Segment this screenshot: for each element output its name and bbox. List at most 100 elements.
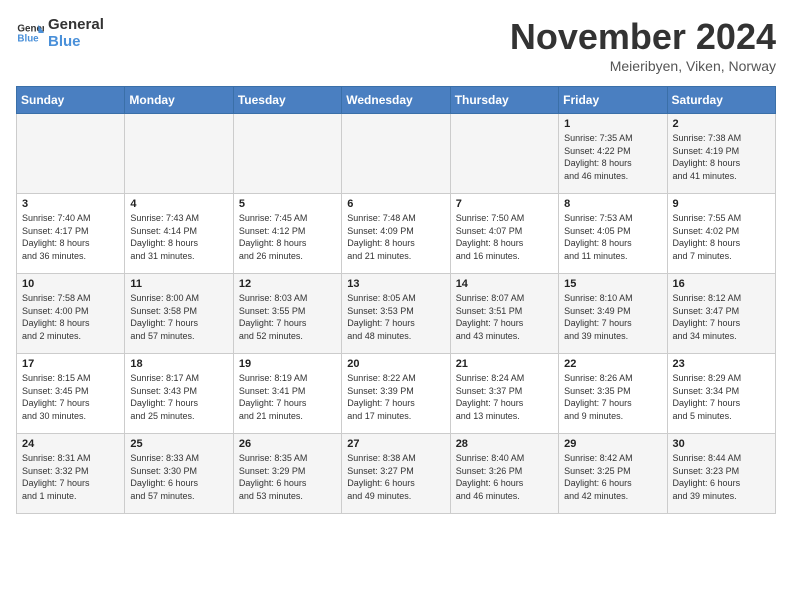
page-header: General Blue General Blue November 2024 … [16, 16, 776, 74]
calendar-week-row: 1Sunrise: 7:35 AMSunset: 4:22 PMDaylight… [17, 114, 776, 194]
calendar-cell: 21Sunrise: 8:24 AMSunset: 3:37 PMDayligh… [450, 354, 558, 434]
logo-line1: General [48, 16, 104, 33]
calendar-cell: 25 Sunrise: 8:33 AMSunset: 3:30 PMDayligh… [125, 434, 233, 514]
day-info: Sunrise: 8:00 AMSunset: 3:58 PMDaylight:… [130, 292, 227, 342]
day-number: 15 [564, 278, 661, 290]
calendar-cell: 7Sunrise: 7:50 AMSunset: 4:07 PMDaylight… [450, 194, 558, 274]
calendar-cell: 26Sunrise: 8:35 AMSunset: 3:29 PMDayligh… [233, 434, 341, 514]
weekday-tuesday: Tuesday [233, 87, 341, 114]
calendar-cell: 17 Sunrise: 8:15 AMSunset: 3:45 PMDayligh… [17, 354, 125, 434]
day-info: Sunrise: 7:45 AMSunset: 4:12 PMDaylight:… [239, 212, 336, 262]
weekday-wednesday: Wednesday [342, 87, 450, 114]
weekday-saturday: Saturday [667, 87, 775, 114]
day-number: 8 [564, 198, 661, 210]
day-info: Sunrise: 8:15 AMSunset: 3:45 PMDaylight:… [22, 372, 119, 422]
day-number: 30 [673, 438, 770, 450]
day-number: 25 [130, 438, 227, 450]
logo-line2: Blue [48, 33, 104, 50]
calendar-cell: 30 Sunrise: 8:44 AMSunset: 3:23 PMDayligh… [667, 434, 775, 514]
svg-text:Blue: Blue [17, 33, 39, 44]
day-info: Sunrise: 7:53 AMSunset: 4:05 PMDaylight:… [564, 212, 661, 262]
day-info: Sunrise: 8:05 AMSunset: 3:53 PMDaylight:… [347, 292, 444, 342]
calendar-cell: 14 Sunrise: 8:07 AMSunset: 3:51 PMDayligh… [450, 274, 558, 354]
day-info: Sunrise: 7:48 AMSunset: 4:09 PMDaylight:… [347, 212, 444, 262]
day-info: Sunrise: 8:19 AMSunset: 3:41 PMDaylight:… [239, 372, 336, 422]
day-number: 27 [347, 438, 444, 450]
day-info: Sunrise: 7:43 AMSunset: 4:14 PMDaylight:… [130, 212, 227, 262]
day-info: Sunrise: 8:42 AMSunset: 3:25 PMDaylight:… [564, 452, 661, 502]
calendar-week-row: 24 Sunrise: 8:31 AMSunset: 3:32 PMDayligh… [17, 434, 776, 514]
title-block: November 2024 Meieribyen, Viken, Norway [510, 16, 776, 74]
calendar-week-row: 3 Sunrise: 7:40 AMSunset: 4:17 PMDaylight… [17, 194, 776, 274]
calendar-cell: 6 Sunrise: 7:48 AMSunset: 4:09 PMDaylight… [342, 194, 450, 274]
day-info: Sunrise: 8:33 AMSunset: 3:30 PMDaylight:… [130, 452, 227, 502]
calendar-table: SundayMondayTuesdayWednesdayThursdayFrid… [16, 86, 776, 514]
calendar-cell: 28 Sunrise: 8:40 AMSunset: 3:26 PMDayligh… [450, 434, 558, 514]
calendar-cell [125, 114, 233, 194]
day-info: Sunrise: 8:17 AMSunset: 3:43 PMDaylight:… [130, 372, 227, 422]
day-info: Sunrise: 8:07 AMSunset: 3:51 PMDaylight:… [456, 292, 553, 342]
calendar-cell [342, 114, 450, 194]
day-number: 26 [239, 438, 336, 450]
day-info: Sunrise: 8:10 AMSunset: 3:49 PMDaylight:… [564, 292, 661, 342]
day-info: Sunrise: 8:44 AMSunset: 3:23 PMDaylight:… [673, 452, 770, 502]
weekday-monday: Monday [125, 87, 233, 114]
calendar-cell: 18 Sunrise: 8:17 AMSunset: 3:43 PMDayligh… [125, 354, 233, 434]
calendar-cell: 3 Sunrise: 7:40 AMSunset: 4:17 PMDaylight… [17, 194, 125, 274]
day-number: 29 [564, 438, 661, 450]
day-number: 17 [22, 358, 119, 370]
day-info: Sunrise: 8:38 AMSunset: 3:27 PMDaylight:… [347, 452, 444, 502]
day-info: Sunrise: 7:58 AMSunset: 4:00 PMDaylight:… [22, 292, 119, 342]
day-number: 19 [239, 358, 336, 370]
day-number: 3 [22, 198, 119, 210]
day-number: 13 [347, 278, 444, 290]
day-info: Sunrise: 8:26 AMSunset: 3:35 PMDaylight:… [564, 372, 661, 422]
day-number: 14 [456, 278, 553, 290]
calendar-cell: 29 Sunrise: 8:42 AMSunset: 3:25 PMDayligh… [559, 434, 667, 514]
day-number: 11 [130, 278, 227, 290]
day-number: 6 [347, 198, 444, 210]
calendar-body: 1Sunrise: 7:35 AMSunset: 4:22 PMDaylight… [17, 114, 776, 514]
logo-icon: General Blue [16, 19, 44, 47]
day-number: 28 [456, 438, 553, 450]
day-info: Sunrise: 7:40 AMSunset: 4:17 PMDaylight:… [22, 212, 119, 262]
calendar-cell: 22Sunrise: 8:26 AMSunset: 3:35 PMDayligh… [559, 354, 667, 434]
calendar-cell: 5 Sunrise: 7:45 AMSunset: 4:12 PMDaylight… [233, 194, 341, 274]
calendar-cell: 1Sunrise: 7:35 AMSunset: 4:22 PMDaylight… [559, 114, 667, 194]
day-info: Sunrise: 7:55 AMSunset: 4:02 PMDaylight:… [673, 212, 770, 262]
day-number: 16 [673, 278, 770, 290]
calendar-cell: 12 Sunrise: 8:03 AMSunset: 3:55 PMDayligh… [233, 274, 341, 354]
day-number: 18 [130, 358, 227, 370]
day-info: Sunrise: 8:40 AMSunset: 3:26 PMDaylight:… [456, 452, 553, 502]
calendar-cell [17, 114, 125, 194]
day-number: 24 [22, 438, 119, 450]
calendar-week-row: 17 Sunrise: 8:15 AMSunset: 3:45 PMDayligh… [17, 354, 776, 434]
day-info: Sunrise: 8:12 AMSunset: 3:47 PMDaylight:… [673, 292, 770, 342]
calendar-week-row: 10Sunrise: 7:58 AMSunset: 4:00 PMDayligh… [17, 274, 776, 354]
day-number: 4 [130, 198, 227, 210]
day-number: 23 [673, 358, 770, 370]
day-info: Sunrise: 8:03 AMSunset: 3:55 PMDaylight:… [239, 292, 336, 342]
day-number: 12 [239, 278, 336, 290]
calendar-cell: 9Sunrise: 7:55 AMSunset: 4:02 PMDaylight… [667, 194, 775, 274]
weekday-sunday: Sunday [17, 87, 125, 114]
calendar-cell: 19 Sunrise: 8:19 AMSunset: 3:41 PMDayligh… [233, 354, 341, 434]
day-info: Sunrise: 7:38 AMSunset: 4:19 PMDaylight:… [673, 132, 770, 182]
calendar-cell [233, 114, 341, 194]
month-title: November 2024 [510, 16, 776, 58]
weekday-thursday: Thursday [450, 87, 558, 114]
day-info: Sunrise: 7:50 AMSunset: 4:07 PMDaylight:… [456, 212, 553, 262]
calendar-cell: 15 Sunrise: 8:10 AMSunset: 3:49 PMDayligh… [559, 274, 667, 354]
calendar-cell: 24 Sunrise: 8:31 AMSunset: 3:32 PMDayligh… [17, 434, 125, 514]
day-number: 21 [456, 358, 553, 370]
calendar-cell: 23Sunrise: 8:29 AMSunset: 3:34 PMDayligh… [667, 354, 775, 434]
day-info: Sunrise: 8:31 AMSunset: 3:32 PMDaylight:… [22, 452, 119, 502]
day-number: 5 [239, 198, 336, 210]
calendar-cell: 10Sunrise: 7:58 AMSunset: 4:00 PMDayligh… [17, 274, 125, 354]
calendar-cell: 11 Sunrise: 8:00 AMSunset: 3:58 PMDayligh… [125, 274, 233, 354]
calendar-cell: 8 Sunrise: 7:53 AMSunset: 4:05 PMDaylight… [559, 194, 667, 274]
calendar-cell [450, 114, 558, 194]
calendar-header: SundayMondayTuesdayWednesdayThursdayFrid… [17, 87, 776, 114]
weekday-header-row: SundayMondayTuesdayWednesdayThursdayFrid… [17, 87, 776, 114]
day-number: 20 [347, 358, 444, 370]
